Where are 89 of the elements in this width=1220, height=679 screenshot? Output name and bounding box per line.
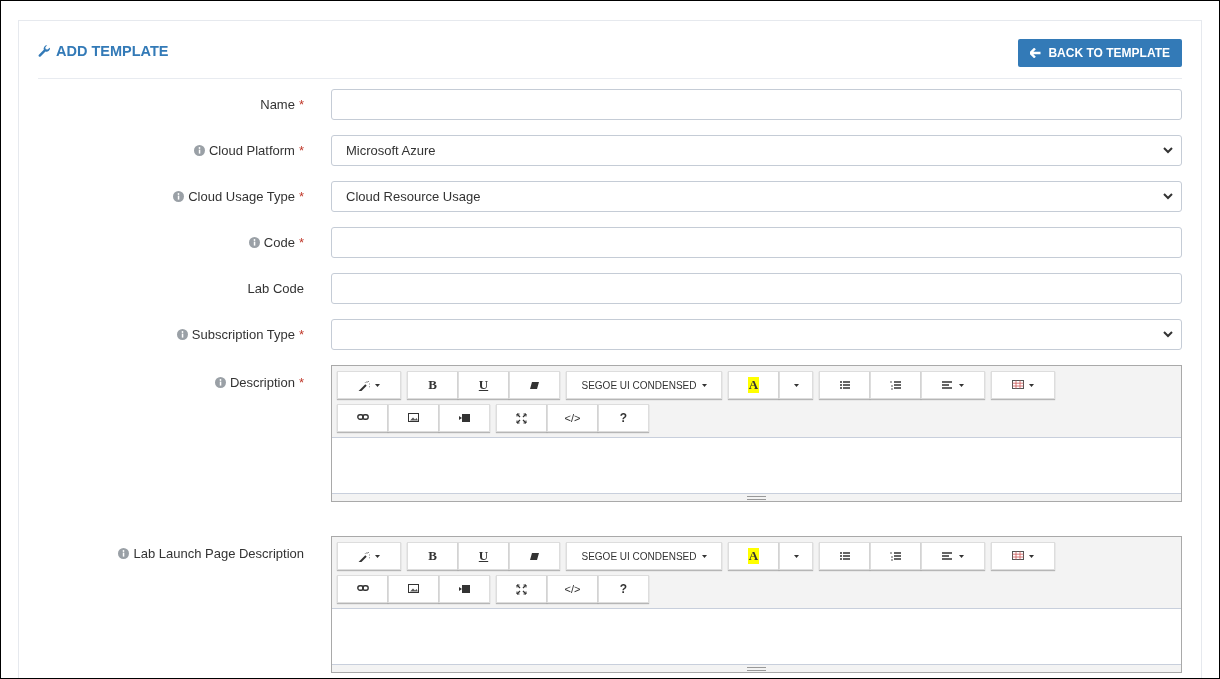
field-label: Lab Code xyxy=(247,281,304,296)
video-icon xyxy=(458,412,471,424)
fullscreen-button[interactable] xyxy=(496,575,547,603)
field-label: Cloud Platform xyxy=(208,143,295,158)
chevron-down-icon xyxy=(1163,193,1173,200)
select-field[interactable]: Microsoft Azure xyxy=(331,135,1182,166)
clear-format-button[interactable] xyxy=(509,371,560,399)
field-label: Name xyxy=(260,97,295,112)
numbered-list-icon xyxy=(889,379,902,391)
help-button[interactable]: ? xyxy=(598,404,649,432)
link-button[interactable] xyxy=(337,404,388,432)
picture-button[interactable] xyxy=(388,575,439,603)
caret-icon xyxy=(1029,554,1034,558)
align-icon xyxy=(942,379,954,391)
table-button[interactable] xyxy=(991,371,1055,399)
magic-wand-icon xyxy=(358,379,370,391)
field-label: Cloud Usage Type xyxy=(188,189,295,204)
expand-icon xyxy=(515,583,528,595)
chevron-down-icon xyxy=(1163,147,1173,154)
wrench-icon xyxy=(38,44,51,58)
text-field[interactable] xyxy=(331,227,1182,258)
expand-icon xyxy=(515,412,528,424)
bold-button[interactable]: B xyxy=(407,542,458,570)
caret-icon xyxy=(959,383,964,387)
arrow-left-icon xyxy=(1030,47,1042,58)
required-mark: * xyxy=(298,375,304,390)
video-icon xyxy=(458,583,471,595)
caret-icon xyxy=(959,554,964,558)
table-icon xyxy=(1012,379,1024,391)
video-button[interactable] xyxy=(439,404,490,432)
required-mark: * xyxy=(298,97,304,112)
table-icon xyxy=(1012,550,1024,562)
code-view-button[interactable]: </> xyxy=(547,575,598,603)
required-mark: * xyxy=(298,143,304,158)
required-mark: * xyxy=(298,235,304,250)
clear-format-button[interactable] xyxy=(509,542,560,570)
bold-button[interactable]: B xyxy=(407,371,458,399)
color-dropdown-button[interactable] xyxy=(779,371,813,399)
grip-icon xyxy=(747,495,766,500)
code-view-button[interactable]: </> xyxy=(547,404,598,432)
caret-icon xyxy=(1029,383,1034,387)
eraser-icon xyxy=(528,550,541,562)
caret-icon xyxy=(375,554,380,558)
bullet-list-icon xyxy=(838,379,851,391)
numbered-list-icon xyxy=(889,550,902,562)
font-button[interactable]: SEGOE UI CONDENSED xyxy=(566,371,722,399)
caret-icon xyxy=(701,383,707,387)
caret-icon xyxy=(701,554,707,558)
text-field[interactable] xyxy=(331,273,1182,304)
select-field[interactable]: Cloud Resource Usage xyxy=(331,181,1182,212)
grip-icon xyxy=(747,666,766,671)
chevron-down-icon xyxy=(1163,331,1173,338)
underline-button[interactable]: U xyxy=(458,542,509,570)
link-button[interactable] xyxy=(337,575,388,603)
fullscreen-button[interactable] xyxy=(496,404,547,432)
bullet-list-button[interactable] xyxy=(819,371,870,399)
bullet-list-button[interactable] xyxy=(819,542,870,570)
numbered-list-button[interactable] xyxy=(870,542,921,570)
caret-icon xyxy=(793,554,799,558)
table-button[interactable] xyxy=(991,542,1055,570)
underline-button[interactable]: U xyxy=(458,371,509,399)
picture-icon xyxy=(407,583,420,595)
help-button[interactable]: ? xyxy=(598,575,649,603)
back-button[interactable]: BACK TO TEMPLATE xyxy=(1018,38,1182,67)
field-label: Lab Launch Page Description xyxy=(133,546,304,561)
paragraph-button[interactable] xyxy=(921,371,985,399)
numbered-list-button[interactable] xyxy=(870,371,921,399)
required-mark: * xyxy=(298,327,304,342)
field-label: Description xyxy=(229,375,295,390)
picture-icon xyxy=(407,412,420,424)
field-label: Code xyxy=(263,235,295,250)
eraser-icon xyxy=(528,379,541,391)
highlight-button[interactable]: A xyxy=(728,371,779,399)
highlight-button[interactable]: A xyxy=(728,542,779,570)
magic-wand-icon xyxy=(358,550,370,562)
video-button[interactable] xyxy=(439,575,490,603)
color-dropdown-button[interactable] xyxy=(779,542,813,570)
field-label: Subscription Type xyxy=(191,327,295,342)
text-field[interactable] xyxy=(331,89,1182,120)
bullet-list-icon xyxy=(838,550,851,562)
picture-button[interactable] xyxy=(388,404,439,432)
caret-icon xyxy=(375,383,380,387)
paragraph-button[interactable] xyxy=(921,542,985,570)
caret-icon xyxy=(793,383,799,387)
select-field[interactable] xyxy=(331,319,1182,350)
required-mark: * xyxy=(298,189,304,204)
align-icon xyxy=(942,550,954,562)
font-button[interactable]: SEGOE UI CONDENSED xyxy=(566,542,722,570)
page-title: ADD TEMPLATE xyxy=(56,43,169,59)
